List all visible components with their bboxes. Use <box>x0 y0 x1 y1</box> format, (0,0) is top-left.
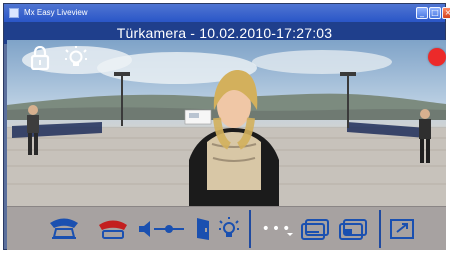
more-button[interactable]: ••• <box>257 214 297 244</box>
toolbar-separator <box>379 210 381 248</box>
window-toggle-icon <box>390 219 414 239</box>
light-button[interactable] <box>217 214 241 244</box>
door-open-button[interactable] <box>192 214 214 244</box>
phone-hangup-button[interactable] <box>94 214 132 244</box>
maximize-button[interactable]: □ <box>429 7 441 19</box>
camera-view-icon-1 <box>301 219 329 240</box>
phone-hangup-icon <box>99 220 127 239</box>
camera-caption-text: Türkamera - 10.02.2010-17:27:03 <box>116 25 333 41</box>
camera-view-button-1[interactable] <box>299 214 333 244</box>
speaker-volume-control[interactable] <box>136 214 186 244</box>
close-icon: × <box>444 8 450 17</box>
camera-view-button-2[interactable] <box>337 214 371 244</box>
camera-view-icon-2 <box>339 219 367 240</box>
speaker-volume-icon <box>139 221 184 237</box>
maximize-icon: □ <box>431 8 439 17</box>
door-open-icon <box>197 218 209 240</box>
light-bulb-icon[interactable] <box>64 46 88 70</box>
minimize-button[interactable]: _ <box>416 7 428 19</box>
window-toggle-button[interactable] <box>387 214 417 244</box>
toolbar-separator <box>249 210 251 248</box>
close-button[interactable]: × <box>442 7 450 19</box>
phone-pickup-button[interactable] <box>44 214 84 244</box>
light-icon <box>219 217 239 237</box>
window-title: Mx Easy Liveview <box>24 8 88 17</box>
app-icon <box>9 8 19 18</box>
lock-icon[interactable] <box>29 45 51 71</box>
bottom-toolbar: ••• <box>7 206 446 250</box>
title-bar[interactable]: Mx Easy Liveview _ □ × <box>4 4 450 22</box>
more-dropdown-caret-icon <box>287 233 293 236</box>
recording-indicator-icon <box>428 48 446 66</box>
camera-feed[interactable] <box>7 40 446 206</box>
minimize-icon: _ <box>420 8 424 17</box>
phone-pickup-icon <box>50 218 78 239</box>
